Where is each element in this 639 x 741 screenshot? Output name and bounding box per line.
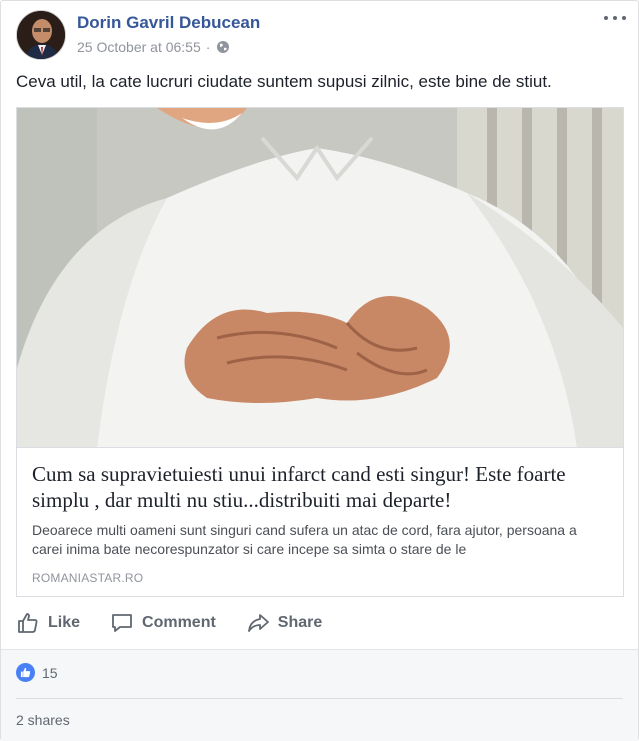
link-preview-card[interactable]: Cum sa supravietuiesti unui infarct cand… xyxy=(16,107,624,597)
comment-icon xyxy=(112,614,132,632)
link-description: Deoarece multi oameni sunt singuri cand … xyxy=(32,522,577,557)
post-text: Ceva util, la cate lucruri ciudate sunte… xyxy=(16,72,552,91)
reaction-summary[interactable]: 15 xyxy=(16,663,58,682)
globe-icon[interactable] xyxy=(216,40,230,54)
post-meta: 25 October at 06:55 · xyxy=(77,39,230,55)
facebook-post-card: Dorin Gavril Debucean 25 October at 06:5… xyxy=(0,0,639,741)
post-actions-bar: Like Comment Share xyxy=(16,608,624,638)
author-name-link[interactable]: Dorin Gavril Debucean xyxy=(77,13,260,33)
link-preview-image[interactable] xyxy=(17,108,623,448)
link-title[interactable]: Cum sa supravietuiesti unui infarct cand… xyxy=(32,461,608,513)
shares-count-link[interactable]: 2 shares xyxy=(16,712,70,728)
share-label: Share xyxy=(277,614,323,631)
reactions-divider xyxy=(16,698,623,699)
link-domain: ROMANIASTAR.RO xyxy=(32,571,144,585)
post-timestamp[interactable]: 25 October at 06:55 xyxy=(77,39,201,55)
more-options-icon[interactable] xyxy=(604,10,626,26)
like-reaction-icon xyxy=(16,663,35,682)
author-avatar[interactable] xyxy=(16,10,66,60)
like-button[interactable]: Like xyxy=(16,611,80,635)
like-count[interactable]: 15 xyxy=(42,665,58,681)
like-label: Like xyxy=(48,614,81,631)
share-button[interactable]: Share xyxy=(246,611,322,635)
more-dot xyxy=(604,16,608,20)
link-preview-body[interactable]: Cum sa supravietuiesti unui infarct cand… xyxy=(17,449,623,596)
comment-label: Comment xyxy=(142,614,216,631)
thumbs-up-icon xyxy=(18,613,38,633)
post-header: Dorin Gavril Debucean 25 October at 06:5… xyxy=(16,10,626,62)
meta-separator: · xyxy=(205,39,211,55)
share-arrow-icon xyxy=(247,614,269,632)
reactions-section: 15 2 shares xyxy=(1,649,638,741)
more-dot xyxy=(613,16,617,20)
comment-button[interactable]: Comment xyxy=(110,611,216,635)
more-dot xyxy=(622,16,626,20)
